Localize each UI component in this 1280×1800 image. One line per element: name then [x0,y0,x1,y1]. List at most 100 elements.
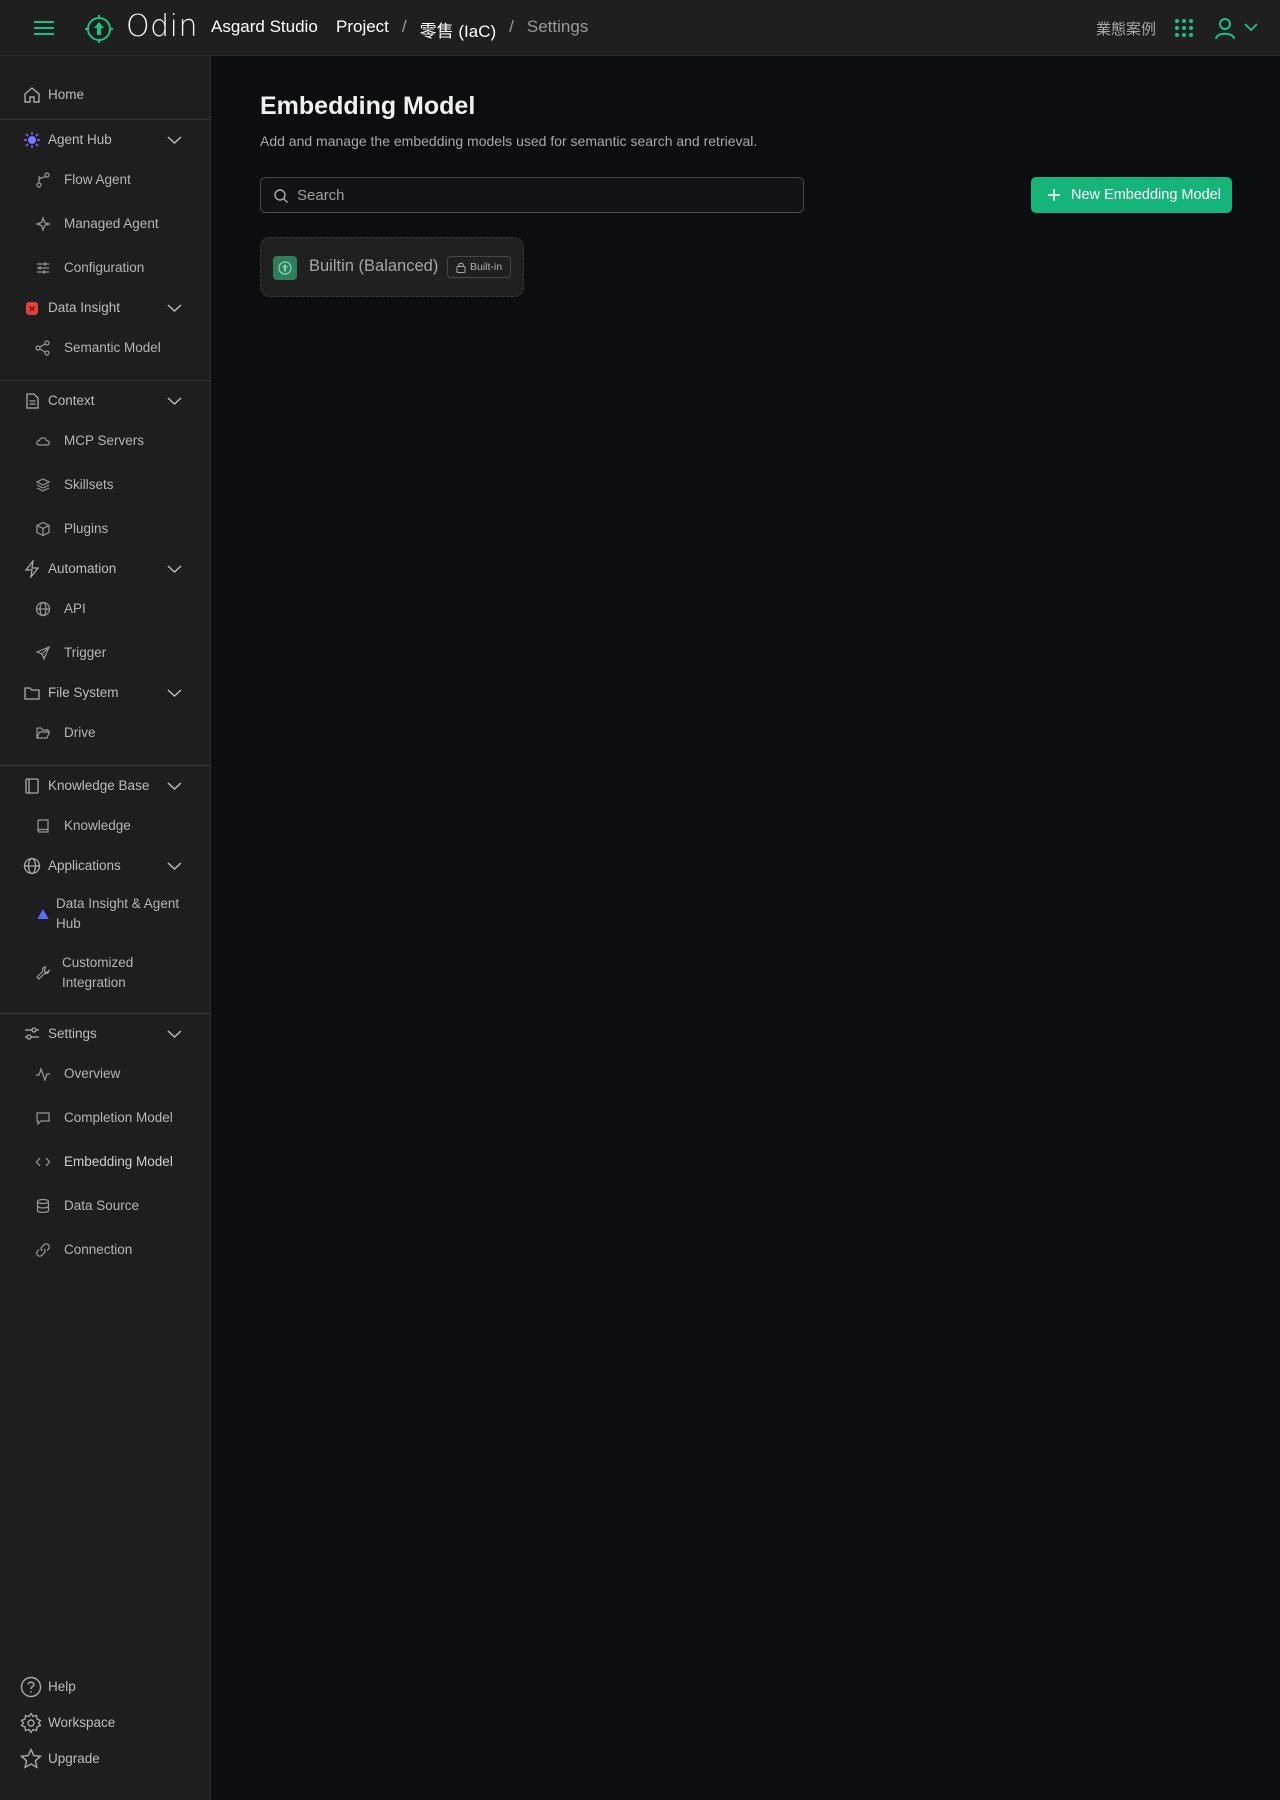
sidebar-item-label: Workspace [48,1715,116,1730]
send-icon [35,645,51,661]
chevron-down-icon[interactable] [167,781,182,791]
model-icon [273,256,297,280]
divider [0,1013,211,1014]
layers-icon [35,478,51,492]
new-embedding-model-button[interactable]: New Embedding Model [1031,177,1232,213]
sidebar-group-knowledge-base[interactable]: Knowledge Base [0,770,211,802]
sidebar-item-label: Embedding Model [64,1154,173,1169]
chevron-down-icon[interactable] [167,135,182,145]
top-bar: Odin Asgard Studio Project / 零售 (IaC) / … [0,0,1280,56]
sidebar-item-label: Completion Model [64,1110,173,1125]
sidebar-item-label: Skillsets [64,477,114,492]
data-insight-icon [26,302,38,315]
divider [0,765,211,766]
link-icon [36,1243,50,1257]
sidebar-item-label: Semantic Model [64,340,161,355]
sidebar-item-configuration[interactable]: Configuration [0,252,211,284]
badge-label: Built-in [470,261,503,273]
sidebar-group-label: Context [48,393,95,408]
sidebar-group-settings[interactable]: Settings [0,1018,211,1050]
flow-icon [36,172,50,188]
sidebar-item-mcp-servers[interactable]: MCP Servers [0,425,211,457]
sidebar-item-upgrade[interactable]: Upgrade [0,1743,211,1775]
sidebar-item-embedding-model[interactable]: Embedding Model [0,1146,211,1178]
chevron-down-icon[interactable] [167,564,182,574]
wrench-icon [36,966,50,980]
new-button-label: New Embedding Model [1071,187,1221,203]
breadcrumb-workspace[interactable]: 零售 (IaC) [420,17,497,42]
chevron-down-icon[interactable] [1244,22,1258,32]
cloud-icon [36,437,50,446]
sidebar-group-label: Settings [48,1026,97,1041]
database-icon [36,1198,50,1213]
sidebar-item-label: Knowledge [64,818,131,833]
model-card[interactable]: Builtin (Balanced) Built-in [260,237,524,297]
studio-link[interactable]: Asgard Studio [211,17,318,37]
sidebar-group-label: Data Insight [48,300,121,315]
case-link[interactable]: 業態案例 [1096,18,1156,39]
sidebar-group-file-system[interactable]: File System [0,677,211,709]
breadcrumb-separator: / [401,17,407,36]
sidebar-group-automation[interactable]: Automation [0,553,211,585]
chevron-down-icon[interactable] [167,861,182,871]
chevron-down-icon[interactable] [167,396,182,406]
chat-bubble-icon [36,1112,50,1126]
sparkle-icon [35,216,51,232]
sidebar-item-label: Help [48,1679,76,1694]
chevron-down-icon[interactable] [167,688,182,698]
sidebar-item-flow-agent[interactable]: Flow Agent [0,164,211,196]
sidebar: Home Agent Hub Flow Agent Managed Agent … [0,56,211,1800]
menu-icon[interactable] [32,17,56,39]
sidebar-item-drive[interactable]: Drive [0,717,211,749]
sidebar-item-managed-agent[interactable]: Managed Agent [0,208,211,240]
sidebar-group-applications[interactable]: Applications [0,850,211,882]
agent-hub-icon [24,132,40,148]
sidebar-item-home[interactable]: Home [0,79,211,111]
sidebar-item-data-insight-agent-hub[interactable]: Data Insight & Agent Hub [0,892,211,936]
sidebar-group-context[interactable]: Context [0,385,211,417]
code-icon [35,1157,51,1167]
sidebar-item-label: Flow Agent [64,172,131,187]
sidebar-item-label: Overview [64,1066,121,1081]
notebook-icon [37,819,49,833]
chevron-down-icon[interactable] [167,303,182,313]
sidebar-item-connection[interactable]: Connection [0,1234,211,1266]
sidebar-item-label: Home [48,87,85,102]
main-content: Embedding Model Add and manage the embed… [211,56,1280,1800]
sidebar-item-data-source[interactable]: Data Source [0,1190,211,1222]
sidebar-group-label: Agent Hub [48,132,112,147]
search-box [260,177,804,213]
sidebar-item-customized-integration[interactable]: Customized Integration [0,951,211,995]
sidebar-item-knowledge[interactable]: Knowledge [0,810,211,842]
sidebar-group-agent-hub[interactable]: Agent Hub [0,124,211,156]
breadcrumb-separator: / [509,17,514,36]
search-input[interactable] [297,178,797,212]
sidebar-item-plugins[interactable]: Plugins [0,513,211,545]
plus-icon [1048,189,1060,201]
sidebar-item-label: Managed Agent [64,216,159,231]
book-icon [25,778,39,794]
sidebar-item-help[interactable]: Help [0,1671,211,1703]
folder-icon [24,687,40,700]
sidebar-item-api[interactable]: API [0,593,211,625]
sidebar-item-skillsets[interactable]: Skillsets [0,469,211,501]
sidebar-item-trigger[interactable]: Trigger [0,637,211,669]
odin-logo-icon [278,261,292,275]
breadcrumb-project[interactable]: Project [336,17,389,42]
search-icon [274,189,288,203]
globe-icon [23,857,41,875]
brand-name: Odin [126,9,199,44]
sidebar-group-data-insight[interactable]: Data Insight [0,292,211,324]
sidebar-item-semantic-model[interactable]: Semantic Model [0,332,211,364]
user-avatar-icon[interactable] [1213,16,1237,40]
chevron-down-icon[interactable] [167,1029,182,1039]
sidebar-item-workspace[interactable]: Workspace [0,1707,211,1739]
sidebar-group-label: Automation [48,561,117,576]
page-subtitle: Add and manage the embedding models used… [260,133,758,149]
sidebar-item-completion-model[interactable]: Completion Model [0,1102,211,1134]
folder-open-icon [36,727,51,739]
lock-icon [456,262,466,273]
apps-grid-icon[interactable] [1174,18,1194,38]
lightning-icon [24,560,40,578]
sidebar-item-overview[interactable]: Overview [0,1058,211,1090]
